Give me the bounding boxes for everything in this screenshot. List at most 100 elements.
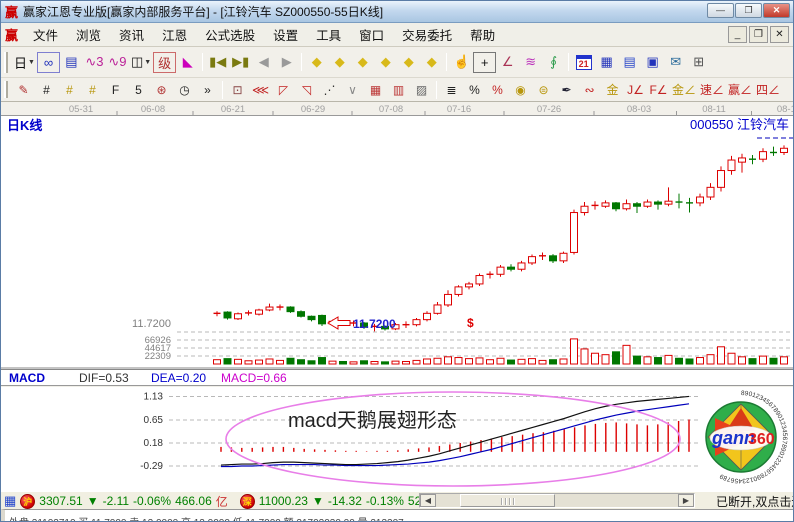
mdi-close-button[interactable]: ✕ — [770, 26, 789, 43]
curve-tool-icon[interactable]: ∮ — [542, 52, 565, 73]
gold-underline-icon[interactable]: 金 — [601, 80, 624, 99]
level-switch-icon[interactable]: 级 — [153, 52, 176, 73]
calendar-icon[interactable]: 21 — [572, 52, 595, 73]
minute-line-9-icon[interactable]: ∿9 — [106, 52, 129, 73]
quote-ticker-clipped: 外盘 21102710 买 11.7000 卖 12.0000 高 12.000… — [1, 509, 793, 522]
pct-retrace-icon[interactable]: % — [463, 80, 486, 99]
close-button[interactable]: ✕ — [763, 3, 790, 18]
sz-index-value: 11000.23 — [259, 494, 308, 508]
index-quotes[interactable]: ▦ 沪 3307.51 ▼ -2.11 -0.06% 466.06亿 深 110… — [4, 492, 419, 510]
expand-h-icon[interactable]: ◆ — [351, 52, 374, 73]
next-bar-icon[interactable]: ▶ — [275, 52, 298, 73]
save-icon[interactable]: ▣ — [641, 52, 664, 73]
trade-panel-icon[interactable]: ⊞ — [687, 52, 710, 73]
sh-amount-unit: 亿 — [216, 493, 228, 510]
volume-profile-icon[interactable]: ◣ — [176, 52, 199, 73]
gold-grid2-icon[interactable]: # — [81, 80, 104, 99]
connection-status-text[interactable]: 已断开,双点击连接 — [716, 493, 794, 510]
zoom-v-icon[interactable]: ◆ — [397, 52, 420, 73]
menu-window[interactable]: 窗口 — [350, 27, 393, 45]
menu-settings[interactable]: 设置 — [264, 27, 307, 45]
fib-levels-icon[interactable]: ≣ — [440, 80, 463, 99]
compress-h-icon[interactable]: ◆ — [374, 52, 397, 73]
maximize-button[interactable]: ❐ — [735, 3, 762, 18]
zoom-out-h-icon[interactable]: ◆ — [305, 52, 328, 73]
sh-index-value: 3307.51 — [39, 494, 82, 508]
red-grid2-icon[interactable]: ▥ — [387, 80, 410, 99]
title-bar[interactable]: 赢 赢家江恩专业版[赢家内部服务平台] - [江铃汽车 SZ000550-55日… — [1, 1, 793, 23]
angle-speed-icon[interactable]: 速∠ — [698, 80, 726, 99]
angle-j-icon[interactable]: J∠ — [624, 80, 647, 99]
more-chevron-icon[interactable]: » — [196, 80, 219, 99]
fan-grid-icon[interactable]: ◹ — [295, 80, 318, 99]
angle-win-icon[interactable]: 赢∠ — [726, 80, 754, 99]
gold-circle-icon[interactable]: ◉ — [509, 80, 532, 99]
menu-gann[interactable]: 江恩 — [153, 27, 196, 45]
status-bar: ▦ 沪 3307.51 ▼ -2.11 -0.06% 466.06亿 深 110… — [1, 491, 793, 509]
f-grid-icon[interactable]: F — [104, 80, 127, 99]
menu-news[interactable]: 资讯 — [110, 27, 153, 45]
main-toolbar: 日▼∞▤∿3∿9◫▼级◣▮◀▶▮◀▶◆◆◆◆◆◆☝+∠≋∮21▦▤▣✉⊞ — [1, 47, 793, 78]
scroll-left-icon[interactable]: ◀ — [420, 494, 436, 507]
pen-tool-icon[interactable]: ✒ — [555, 80, 578, 99]
pan-hand-icon[interactable]: ☝ — [450, 52, 473, 73]
scroll-right-icon[interactable]: ▶ — [678, 494, 694, 507]
svg-text:08-11: 08-11 — [702, 104, 726, 115]
menu-browse[interactable]: 浏览 — [67, 27, 110, 45]
toolbar-grip[interactable] — [4, 52, 8, 73]
macd-indicator-label[interactable]: MACD — [9, 371, 45, 385]
candle-style-button[interactable]: ◫▼ — [129, 52, 153, 73]
angle-f-icon[interactable]: F∠ — [647, 80, 670, 99]
mdi-minimize-button[interactable]: _ — [728, 26, 747, 43]
gann-grid-icon[interactable]: # — [35, 80, 58, 99]
shanghai-icon: 沪 — [20, 494, 35, 509]
zoom-in-h-icon[interactable]: ◆ — [328, 52, 351, 73]
first-page-icon[interactable]: ▮◀ — [206, 52, 229, 73]
gann-fan-icon[interactable]: ⋘ — [249, 80, 272, 99]
scrollbar-thumb[interactable] — [460, 494, 555, 507]
horizontal-scrollbar[interactable]: ◀ ▶ — [419, 493, 695, 508]
quote-grid-icon[interactable]: ▦ — [4, 493, 16, 509]
info-panel-icon[interactable]: ▤ — [60, 52, 83, 73]
crosshair-icon[interactable]: + — [473, 52, 496, 73]
menu-help[interactable]: 帮助 — [461, 27, 504, 45]
menu-tools[interactable]: 工具 — [307, 27, 350, 45]
memo-icon[interactable]: ▤ — [618, 52, 641, 73]
wave-band-icon[interactable]: ∾ — [578, 80, 601, 99]
red-grid-icon[interactable]: ▦ — [364, 80, 387, 99]
angle-gold-icon[interactable]: 金∠ — [670, 80, 698, 99]
box-frame-icon[interactable]: ⊡ — [226, 80, 249, 99]
prev-bar-icon[interactable]: ◀ — [252, 52, 275, 73]
kline-period-button[interactable]: 日▼ — [12, 52, 37, 73]
draw-pencil-icon[interactable]: ✎ — [12, 80, 35, 99]
compress-v-icon[interactable]: ◆ — [420, 52, 443, 73]
zigzag-icon[interactable]: ∨ — [341, 80, 364, 99]
last-page-icon[interactable]: ▶▮ — [229, 52, 252, 73]
hatch-grid-icon[interactable]: ▨ — [410, 80, 433, 99]
trend-lines-icon[interactable]: ⋰ — [318, 80, 341, 99]
menu-formula-stock-pick[interactable]: 公式选股 — [196, 27, 264, 45]
toolbar-grip[interactable] — [4, 81, 8, 97]
wave-overlay-icon[interactable]: ∞ — [37, 52, 60, 73]
minimize-button[interactable]: — — [707, 3, 734, 18]
mdi-child-icon: 赢 — [5, 25, 18, 44]
clock-icon[interactable]: ◷ — [173, 80, 196, 99]
candlestick-chart-canvas[interactable]: 05-3106-0806-2106-2907-0807-1607-2608-03… — [1, 102, 794, 369]
compass-icon[interactable]: ⊛ — [150, 80, 173, 99]
angle-measure-icon[interactable]: ∠ — [496, 52, 519, 73]
calculator-icon[interactable]: ▦ — [595, 52, 618, 73]
band-tool-icon[interactable]: ≋ — [519, 52, 542, 73]
spiral-grid-icon[interactable]: 5 — [127, 80, 150, 99]
mail-icon[interactable]: ✉ — [664, 52, 687, 73]
gold-grid-icon[interactable]: # — [58, 80, 81, 99]
menu-file[interactable]: 文件 — [24, 27, 67, 45]
angle-four-icon[interactable]: 四∠ — [754, 80, 782, 99]
fan-box-icon[interactable]: ◸ — [272, 80, 295, 99]
svg-text:$: $ — [467, 316, 474, 330]
macd-chart-canvas[interactable]: 1.130.650.18-0.29macd天鹅展翅形态 — [1, 387, 794, 491]
menu-trade-order[interactable]: 交易委托 — [393, 27, 461, 45]
pct-red-icon[interactable]: % — [486, 80, 509, 99]
mdi-restore-button[interactable]: ❐ — [749, 26, 768, 43]
gold-levels-icon[interactable]: ⊜ — [532, 80, 555, 99]
minute-line-3-icon[interactable]: ∿3 — [83, 52, 106, 73]
